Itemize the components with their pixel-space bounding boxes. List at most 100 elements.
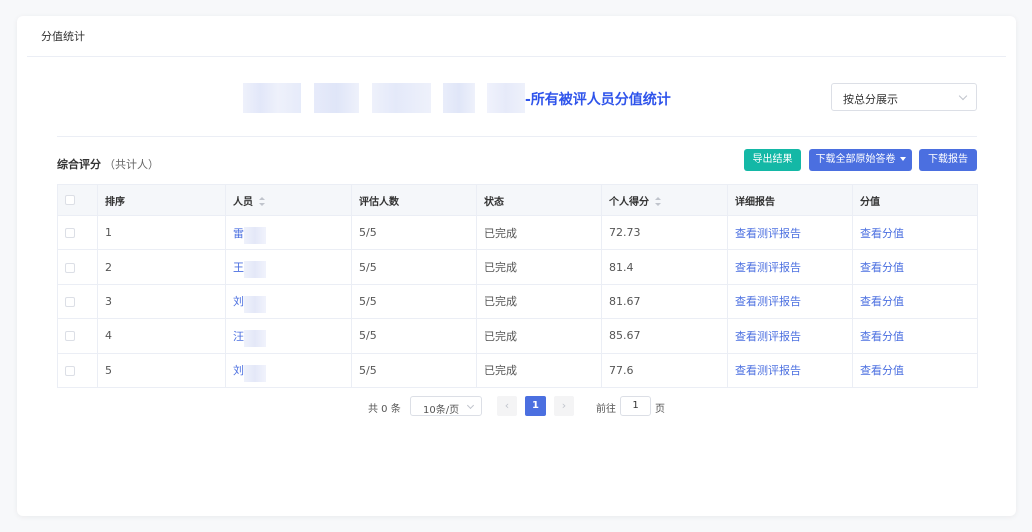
display-mode-select[interactable]: 按总分展示 <box>831 83 977 111</box>
download-all-label: 下载全部原始答卷 <box>815 154 896 165</box>
row-checkbox[interactable] <box>65 331 75 342</box>
score-cell: 77.6 <box>601 352 728 388</box>
person-name[interactable]: 雷 <box>233 227 244 240</box>
page-size-select[interactable]: 10条/页 <box>410 396 482 416</box>
section-divider <box>57 136 977 137</box>
person-name[interactable]: 刘 <box>233 295 244 308</box>
table-row: 4 汪 5/5 已完成 85.67 查看测评报告 查看分值 <box>57 318 978 354</box>
col-score-label: 个人得分 <box>609 196 649 208</box>
redacted-name-blur <box>244 227 266 244</box>
goto-page-input[interactable]: 1 <box>620 396 651 416</box>
table-header-row: 排序 人员 评估人数 状态 个人得分 详细报告 分值 <box>57 184 978 216</box>
download-report-button[interactable]: 下载报告 <box>919 149 977 171</box>
rank-cell: 5 <box>97 352 226 388</box>
summary-count: （共计人） <box>104 158 159 171</box>
goto-label: 前往 <box>596 404 616 415</box>
person-cell[interactable]: 雷 <box>225 214 352 251</box>
view-report-link[interactable]: 查看测评报告 <box>727 214 853 251</box>
evaluators-cell: 5/5 <box>351 352 477 388</box>
pagination-total: 共 0 条 <box>368 404 401 415</box>
page-unit-label: 页 <box>655 404 665 415</box>
page-title: 分值统计 <box>41 30 85 43</box>
table-row: 1 雷 5/5 已完成 72.73 查看测评报告 查看分值 <box>57 214 978 251</box>
select-all-checkbox[interactable] <box>65 194 75 205</box>
view-report-link[interactable]: 查看测评报告 <box>727 283 853 320</box>
caret-down-icon <box>899 157 906 161</box>
summary-label: 综合评分 （共计人） <box>57 156 159 172</box>
table-row: 3 刘 5/5 已完成 81.67 查看测评报告 查看分值 <box>57 283 978 320</box>
select-all-cell[interactable] <box>57 184 98 216</box>
redacted-name-blur <box>244 261 266 279</box>
row-checkbox-cell[interactable] <box>57 283 98 320</box>
view-value-link[interactable]: 查看分值 <box>852 214 978 251</box>
rank-cell: 4 <box>97 318 226 354</box>
download-all-answers-button[interactable]: 下载全部原始答卷 <box>809 149 912 171</box>
score-statistics-card: 分值统计 -所有被评人员分值统计 按总分展示 综合评分 （共计人） 导出结果 下载… <box>17 16 1016 516</box>
sort-icon[interactable] <box>259 197 265 206</box>
redacted-name-blur <box>244 295 266 313</box>
sort-icon[interactable] <box>655 197 661 206</box>
row-checkbox[interactable] <box>65 365 75 376</box>
view-report-link[interactable]: 查看测评报告 <box>727 318 853 354</box>
score-cell: 72.73 <box>601 214 728 251</box>
view-value-link[interactable]: 查看分值 <box>852 283 978 320</box>
view-value-link[interactable]: 查看分值 <box>852 318 978 354</box>
score-cell: 81.4 <box>601 249 728 285</box>
person-name[interactable]: 汪 <box>233 330 244 343</box>
score-cell: 81.67 <box>601 283 728 320</box>
col-evaluators: 评估人数 <box>351 184 477 216</box>
status-cell: 已完成 <box>476 352 602 388</box>
person-cell[interactable]: 刘 <box>225 352 352 388</box>
row-checkbox-cell[interactable] <box>57 318 98 354</box>
col-score[interactable]: 个人得分 <box>601 184 728 216</box>
page-size-value: 10条/页 <box>423 405 460 416</box>
header-divider <box>27 56 1006 57</box>
view-value-link[interactable]: 查看分值 <box>852 352 978 388</box>
display-mode-value: 按总分展示 <box>843 93 898 106</box>
export-results-button[interactable]: 导出结果 <box>744 149 801 171</box>
col-report: 详细报告 <box>727 184 853 216</box>
person-name[interactable]: 刘 <box>233 364 244 377</box>
summary-title: 综合评分 <box>57 158 101 171</box>
rank-cell: 2 <box>97 249 226 285</box>
pagination: 共 0 条 10条/页 ‹ 1 › 前往 1 页 <box>17 396 1016 416</box>
col-person-label: 人员 <box>233 196 253 208</box>
evaluators-cell: 5/5 <box>351 283 477 320</box>
view-report-link[interactable]: 查看测评报告 <box>727 352 853 388</box>
row-checkbox[interactable] <box>65 262 75 273</box>
redacted-name-blur <box>244 330 266 348</box>
redacted-heading-text <box>243 83 525 113</box>
person-cell[interactable]: 刘 <box>225 283 352 320</box>
next-page-button[interactable]: › <box>554 396 574 416</box>
page-number-button[interactable]: 1 <box>525 396 546 416</box>
view-value-link[interactable]: 查看分值 <box>852 249 978 285</box>
row-checkbox-cell[interactable] <box>57 352 98 388</box>
evaluators-cell: 5/5 <box>351 318 477 354</box>
col-person[interactable]: 人员 <box>225 184 352 216</box>
score-cell: 85.67 <box>601 318 728 354</box>
status-cell: 已完成 <box>476 214 602 251</box>
prev-page-button[interactable]: ‹ <box>497 396 517 416</box>
status-cell: 已完成 <box>476 249 602 285</box>
row-checkbox[interactable] <box>65 228 75 239</box>
person-cell[interactable]: 汪 <box>225 318 352 354</box>
view-report-link[interactable]: 查看测评报告 <box>727 249 853 285</box>
scores-table: 排序 人员 评估人数 状态 个人得分 详细报告 分值 1 雷 5/5 已完成 72.73… <box>57 184 978 388</box>
rank-cell: 1 <box>97 214 226 251</box>
table-row: 2 王 5/5 已完成 81.4 查看测评报告 查看分值 <box>57 249 978 285</box>
col-rank: 排序 <box>97 184 226 216</box>
chevron-down-icon <box>958 91 968 101</box>
col-value: 分值 <box>852 184 978 216</box>
row-checkbox-cell[interactable] <box>57 214 98 251</box>
rank-cell: 3 <box>97 283 226 320</box>
status-cell: 已完成 <box>476 283 602 320</box>
redacted-name-blur <box>244 364 266 382</box>
table-row: 5 刘 5/5 已完成 77.6 查看测评报告 查看分值 <box>57 352 978 388</box>
row-checkbox[interactable] <box>65 296 75 307</box>
statistics-heading: -所有被评人员分值统计 <box>525 92 671 108</box>
evaluators-cell: 5/5 <box>351 214 477 251</box>
row-checkbox-cell[interactable] <box>57 249 98 285</box>
evaluators-cell: 5/5 <box>351 249 477 285</box>
person-cell[interactable]: 王 <box>225 249 352 285</box>
person-name[interactable]: 王 <box>233 261 244 274</box>
